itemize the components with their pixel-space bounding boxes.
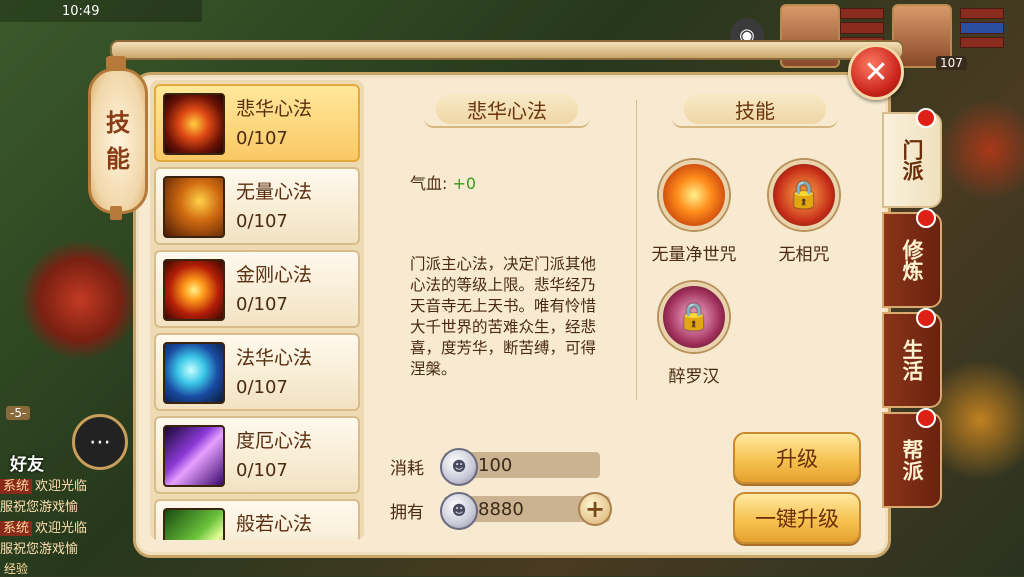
notification-dot [916, 208, 936, 228]
golden-palm-icon [163, 176, 225, 238]
skill-name: 度厄心法 [236, 430, 313, 452]
silver-coin-icon: ☻ [440, 492, 478, 530]
tab-label: 帮派 [900, 439, 924, 481]
exp-label: 经验 [4, 562, 29, 576]
chat-line: 服祝您游戏愉 [0, 500, 79, 515]
lantern-tassel [110, 206, 122, 220]
tab-label: 门派 [900, 139, 924, 181]
column-divider [636, 100, 637, 400]
skill-name: 无量心法 [236, 181, 313, 203]
skill-level: 0/107 [236, 377, 288, 398]
skill-slot-name: 无量净世咒 [651, 245, 737, 265]
skill-list-item[interactable]: 般若心法 [154, 499, 360, 540]
silver-coin-icon: ☻ [440, 448, 478, 486]
water-spirit-icon [163, 342, 225, 404]
skill-name: 金刚心法 [236, 264, 313, 286]
skill-slot[interactable]: 🔒 醉罗汉 [644, 282, 744, 387]
skill-list-item[interactable]: 法华心法 0/107 [154, 333, 360, 411]
skill-level: 0/107 [236, 128, 288, 149]
skill-description: 门派主心法，决定门派其他心法的等级上限。悲华经乃天音寺无上天书。唯有怜惜大千世界… [410, 255, 597, 378]
skill-slot[interactable]: 无量净世咒 [644, 160, 744, 265]
tab-label: 生活 [900, 339, 924, 381]
green-scroll-icon [163, 508, 225, 540]
skill-level: 0/107 [236, 294, 288, 315]
skill-list-item[interactable]: 度厄心法 0/107 [154, 416, 360, 494]
window-title-char: 能 [106, 145, 130, 173]
lock-icon: 🔒 [659, 282, 729, 352]
cost-label: 消耗 [390, 459, 424, 479]
skill-name: 悲华心法 [236, 98, 313, 120]
skill-name: 般若心法 [236, 513, 313, 535]
fire-wheel-icon [163, 259, 225, 321]
skill-list-item[interactable]: 金刚心法 0/107 [154, 250, 360, 328]
close-button[interactable]: ✕ [848, 44, 904, 100]
status-bar: 10:49 [0, 0, 202, 22]
hp-stat: 气血: +0 [410, 170, 476, 194]
title-ornament [672, 116, 838, 128]
notification-dot [916, 108, 936, 128]
sun-wheel-icon [163, 93, 225, 155]
chat-line: 系统 欢迎光临 [0, 518, 140, 539]
own-label: 拥有 [390, 503, 424, 523]
own-value: 8880 [478, 499, 524, 520]
lock-icon: 🔒 [769, 160, 839, 230]
chat-log: 系统 欢迎光临 服祝您游戏愉 系统 欢迎光临 服祝您游戏愉 [0, 476, 140, 560]
notification-dot [916, 408, 936, 428]
skill-name: 法华心法 [236, 347, 313, 369]
friend-button[interactable]: 好友 [10, 450, 44, 475]
tab-life[interactable]: 生活 [882, 308, 942, 408]
upgrade-button[interactable]: 升级 [733, 432, 861, 484]
player-level: 107 [936, 56, 967, 70]
notification-dot [916, 308, 936, 328]
skill-list[interactable]: 悲华心法 0/107 无量心法 0/107 金刚心法 0/107 法华心法 0/… [150, 80, 364, 540]
tab-sect[interactable]: 门派 [882, 108, 942, 208]
window-title-lantern: 技 能 [88, 68, 148, 214]
level-badge: -5- [6, 406, 31, 420]
tab-cultivation[interactable]: 修炼 [882, 208, 942, 308]
chat-line: 服祝您游戏愉 [0, 542, 79, 557]
cost-value: 100 [478, 455, 513, 476]
flame-burst-icon [659, 160, 729, 230]
plus-icon: + [584, 495, 606, 523]
skill-slot[interactable]: 🔒 无相咒 [754, 160, 854, 265]
tab-label: 修炼 [900, 239, 924, 281]
chat-bubble-icon[interactable]: ⋯ [72, 414, 128, 470]
player-status-bars [960, 8, 1004, 48]
skill-slot-name: 无相咒 [778, 245, 830, 265]
skill-list-item[interactable]: 悲华心法 0/107 [154, 84, 360, 162]
skill-level: 0/107 [236, 211, 288, 232]
skill-slot-name: 醉罗汉 [668, 367, 720, 387]
clock: 10:49 [62, 3, 100, 19]
purple-light-icon [163, 425, 225, 487]
skill-level: 0/107 [236, 460, 288, 481]
title-ornament [424, 116, 590, 128]
window-title-char: 技 [106, 109, 130, 137]
hp-label: 气血: [410, 174, 448, 193]
hp-value: +0 [452, 174, 477, 193]
window-top-rod [110, 40, 904, 60]
chat-line: 系统 欢迎光临 [0, 476, 140, 497]
skill-list-item[interactable]: 无量心法 0/107 [154, 167, 360, 245]
add-currency-button[interactable]: + [578, 492, 612, 526]
close-icon: ✕ [863, 54, 889, 90]
one-key-upgrade-button[interactable]: 一键升级 [733, 492, 861, 544]
tab-guild[interactable]: 帮派 [882, 408, 942, 508]
